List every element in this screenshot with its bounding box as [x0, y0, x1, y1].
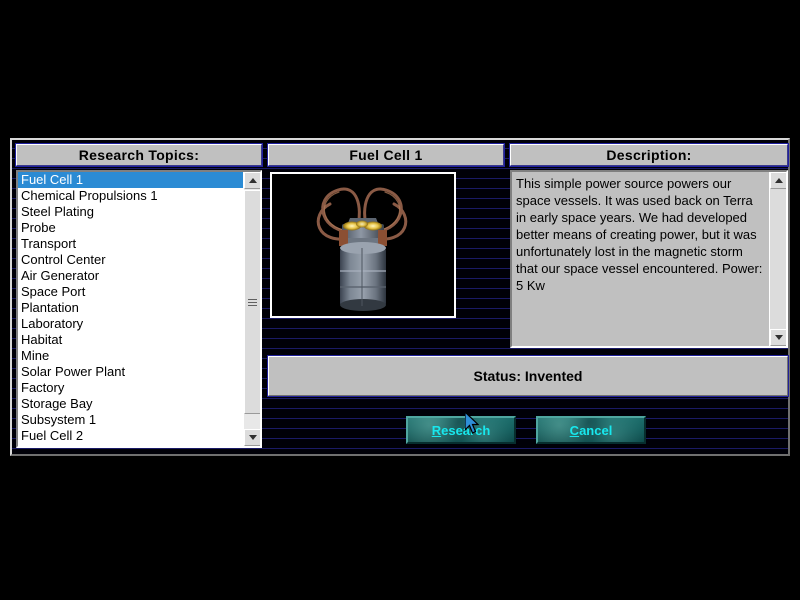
description-scrollbar[interactable]: [769, 172, 786, 346]
description-scroll-up-button[interactable]: [770, 172, 786, 189]
description-box[interactable]: This simple power source powers our spac…: [510, 170, 788, 348]
list-item[interactable]: Fuel Cell 2: [18, 428, 243, 444]
list-item[interactable]: Subsystem 1: [18, 412, 243, 428]
list-item[interactable]: Space Port: [18, 284, 243, 300]
list-item[interactable]: Control Center: [18, 252, 243, 268]
research-accel-char: R: [431, 422, 442, 438]
research-dialog: Research Topics: Fuel Cell 1 Chemical Pro…: [10, 138, 790, 456]
cancel-label-rest: ancel: [579, 422, 613, 438]
research-button-label: Research: [432, 423, 491, 438]
cancel-button[interactable]: Cancel: [536, 416, 646, 444]
chevron-down-icon: [248, 435, 257, 440]
description-scroll-down-button[interactable]: [770, 329, 786, 346]
topics-scroll-down-button[interactable]: [244, 429, 260, 446]
list-item[interactable]: Mine: [18, 348, 243, 364]
list-item[interactable]: Fuel Cell 1: [18, 172, 243, 188]
research-topics-listbox[interactable]: Fuel Cell 1 Chemical Propulsions 1 Steel P…: [16, 170, 262, 448]
chevron-up-icon: [248, 178, 257, 183]
research-topics-header: Research Topics:: [15, 143, 263, 167]
chevron-up-icon: [774, 178, 783, 183]
description-header: Description:: [509, 143, 789, 167]
list-item[interactable]: Air Generator: [18, 268, 243, 284]
list-item[interactable]: Factory: [18, 380, 243, 396]
list-item[interactable]: Chemical Propulsions 1: [18, 188, 243, 204]
list-item[interactable]: Transport: [18, 236, 243, 252]
grip-icon: [248, 298, 257, 306]
list-item[interactable]: Habitat: [18, 332, 243, 348]
chevron-down-icon: [774, 335, 783, 340]
cancel-button-label: Cancel: [570, 423, 613, 438]
research-topics-list[interactable]: Fuel Cell 1 Chemical Propulsions 1 Steel P…: [18, 172, 243, 446]
selected-item-header: Fuel Cell 1: [267, 143, 505, 167]
topics-scrollbar[interactable]: [243, 172, 260, 446]
list-item[interactable]: Storage Bay: [18, 396, 243, 412]
description-text: This simple power source powers our spac…: [516, 176, 763, 293]
list-item[interactable]: Plantation: [18, 300, 243, 316]
list-item[interactable]: Laboratory: [18, 316, 243, 332]
list-item[interactable]: Steel Plating: [18, 204, 243, 220]
fuel-cell-render-icon: [270, 172, 456, 318]
status-bar: Status: Invented: [267, 355, 789, 397]
game-screen: Research Topics: Fuel Cell 1 Chemical Pro…: [0, 0, 800, 600]
topics-scroll-up-button[interactable]: [244, 172, 260, 189]
fuel-cell-render-svg: [272, 174, 454, 316]
topics-scroll-thumb[interactable]: [244, 190, 260, 414]
research-label-rest: esearch: [441, 422, 491, 438]
research-button[interactable]: Research: [406, 416, 516, 444]
cancel-accel-char: C: [569, 422, 580, 438]
list-item[interactable]: Probe: [18, 220, 243, 236]
list-item[interactable]: Solar Power Plant: [18, 364, 243, 380]
